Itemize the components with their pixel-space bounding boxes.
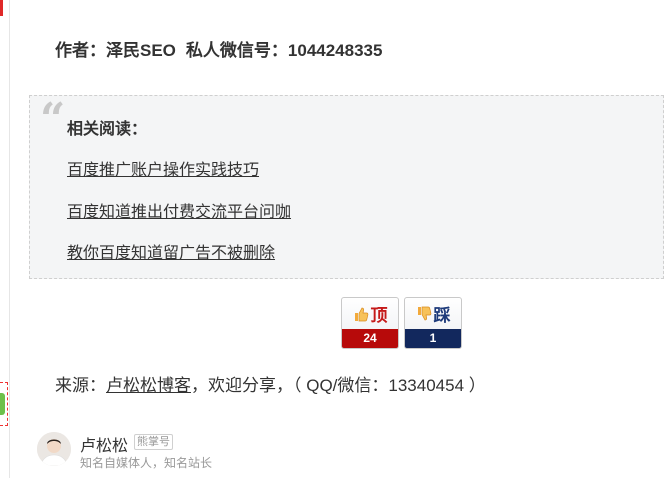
downvote-label: 踩 bbox=[433, 306, 451, 326]
related-reading-box: “ 相关阅读： 百度推广账户操作实践技巧 百度知道推出付费交流平台问咖 教你百度… bbox=[29, 95, 664, 279]
upvote-label: 顶 bbox=[370, 306, 388, 326]
upvote-button[interactable]: 顶 24 bbox=[341, 297, 399, 349]
quote-icon: “ bbox=[40, 94, 66, 145]
avatar-portrait-icon bbox=[37, 432, 71, 466]
avatar[interactable] bbox=[37, 432, 71, 466]
source-line: 来源：卢松松博客，欢迎分享，（ QQ/微信：13340454 ） bbox=[55, 371, 486, 396]
downvote-count: 1 bbox=[405, 329, 461, 348]
related-reading-title: 相关阅读： bbox=[67, 121, 148, 138]
author-wechat: 私人微信号：1044248335 bbox=[185, 41, 383, 60]
source-prefix: 来源： bbox=[55, 376, 106, 395]
post-author-line: 作者：泽民SEO 私人微信号：1044248335 bbox=[55, 36, 382, 61]
floating-side-widget[interactable] bbox=[0, 382, 8, 426]
side-widget-tab[interactable] bbox=[0, 393, 5, 415]
author-name[interactable]: 卢松松 bbox=[80, 432, 128, 456]
related-link[interactable]: 百度知道推出付费交流平台问咖 bbox=[67, 198, 291, 222]
thumbs-up-icon bbox=[354, 307, 368, 321]
thumbs-down-icon bbox=[417, 306, 431, 320]
author-description: 知名自媒体人，知名站长 bbox=[80, 456, 213, 470]
related-link[interactable]: 教你百度知道留广告不被删除 bbox=[67, 239, 275, 263]
related-link[interactable]: 百度推广账户操作实践技巧 bbox=[67, 156, 259, 180]
upvote-count: 24 bbox=[342, 329, 398, 348]
author-badge: 熊掌号 bbox=[134, 434, 173, 450]
left-red-marker bbox=[0, 0, 3, 16]
post-author: 作者：泽民SEO bbox=[55, 41, 176, 60]
source-suffix: ，欢迎分享，（ QQ/微信：13340454 ） bbox=[191, 376, 486, 395]
downvote-button[interactable]: 踩 1 bbox=[404, 297, 462, 349]
source-link[interactable]: 卢松松博客 bbox=[106, 376, 191, 395]
